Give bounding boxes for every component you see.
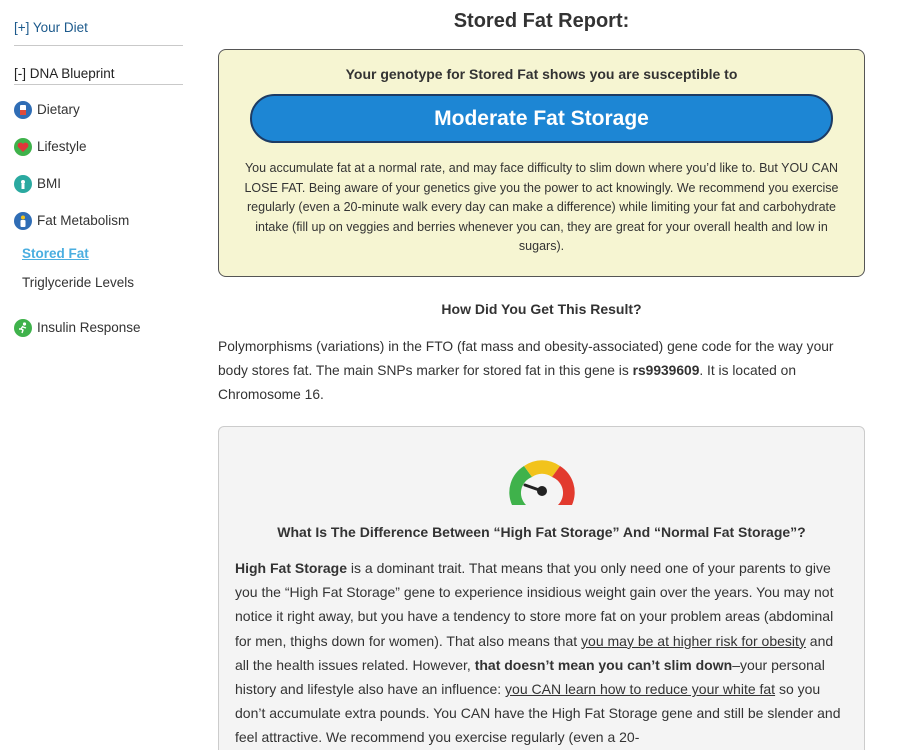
obesity-risk-link[interactable]: you may be at higher risk for obesity	[581, 633, 806, 649]
sidebar-item-bmi[interactable]: BMI	[14, 165, 184, 202]
sidebar-divider	[14, 84, 183, 85]
result-description: You accumulate fat at a normal rate, and…	[244, 161, 839, 253]
sidebar-item-label: Insulin Response	[37, 320, 141, 335]
how-paragraph: Polymorphisms (variations) in the FTO (f…	[218, 335, 865, 407]
gauge-icon	[508, 460, 575, 505]
sidebar-your-diet[interactable]: [+] Your Diet	[14, 0, 184, 45]
sidebar-item-fat-metabolism[interactable]: Fat Metabolism	[14, 202, 184, 239]
sidebar-item-label: Fat Metabolism	[37, 213, 130, 228]
sidebar-subitem-stored-fat[interactable]: Stored Fat	[14, 239, 184, 268]
how-title: How Did You Get This Result?	[441, 301, 642, 317]
sidebar-item-insulin-response[interactable]: Insulin Response	[14, 309, 184, 346]
result-badge-label: Moderate Fat Storage	[434, 106, 649, 130]
main-content: Stored Fat Report: Your genotype for Sto…	[218, 0, 865, 750]
sidebar-subitem-triglyceride-levels[interactable]: Triglyceride Levels	[14, 268, 184, 297]
difference-title: What Is The Difference Between “High Fat…	[277, 524, 806, 540]
sidebar-dna-blueprint-label: [-] DNA Blueprint	[14, 66, 115, 81]
slim-down-emphasis: that doesn’t mean you can’t slim down	[474, 656, 733, 673]
sidebar-item-dietary[interactable]: Dietary	[14, 91, 184, 128]
sidebar-your-diet-label: [+] Your Diet	[14, 20, 88, 35]
snp-marker: rs9939609	[632, 363, 700, 378]
difference-paragraph: High Fat Storage is a dominant trait. Th…	[235, 556, 848, 750]
high-fat-storage-term: High Fat Storage	[235, 560, 348, 576]
sidebar-item-label: Dietary	[37, 102, 80, 117]
sidebar-item-lifestyle[interactable]: Lifestyle	[14, 128, 184, 165]
difference-box: What Is The Difference Between “High Fat…	[218, 426, 865, 750]
result-lead: Your genotype for Stored Fat shows you a…	[345, 66, 738, 82]
reduce-white-fat-link[interactable]: you CAN learn how to reduce your white f…	[505, 681, 775, 697]
sidebar-item-label: BMI	[37, 176, 62, 191]
sidebar-item-label: Lifestyle	[37, 139, 87, 154]
fat-metabolism-icon	[14, 211, 32, 230]
sidebar-dna-blueprint[interactable]: [-] DNA Blueprint	[14, 46, 184, 84]
bmi-icon	[14, 174, 32, 193]
dietary-icon	[14, 100, 32, 119]
runner-icon	[14, 318, 32, 337]
heart-icon	[14, 137, 32, 156]
sidebar: [+] Your Diet [-] DNA Blueprint Dietary …	[14, 0, 184, 346]
result-box: Your genotype for Stored Fat shows you a…	[218, 49, 865, 277]
page-title: Stored Fat Report:	[453, 10, 630, 32]
result-badge: Moderate Fat Storage	[250, 94, 833, 143]
